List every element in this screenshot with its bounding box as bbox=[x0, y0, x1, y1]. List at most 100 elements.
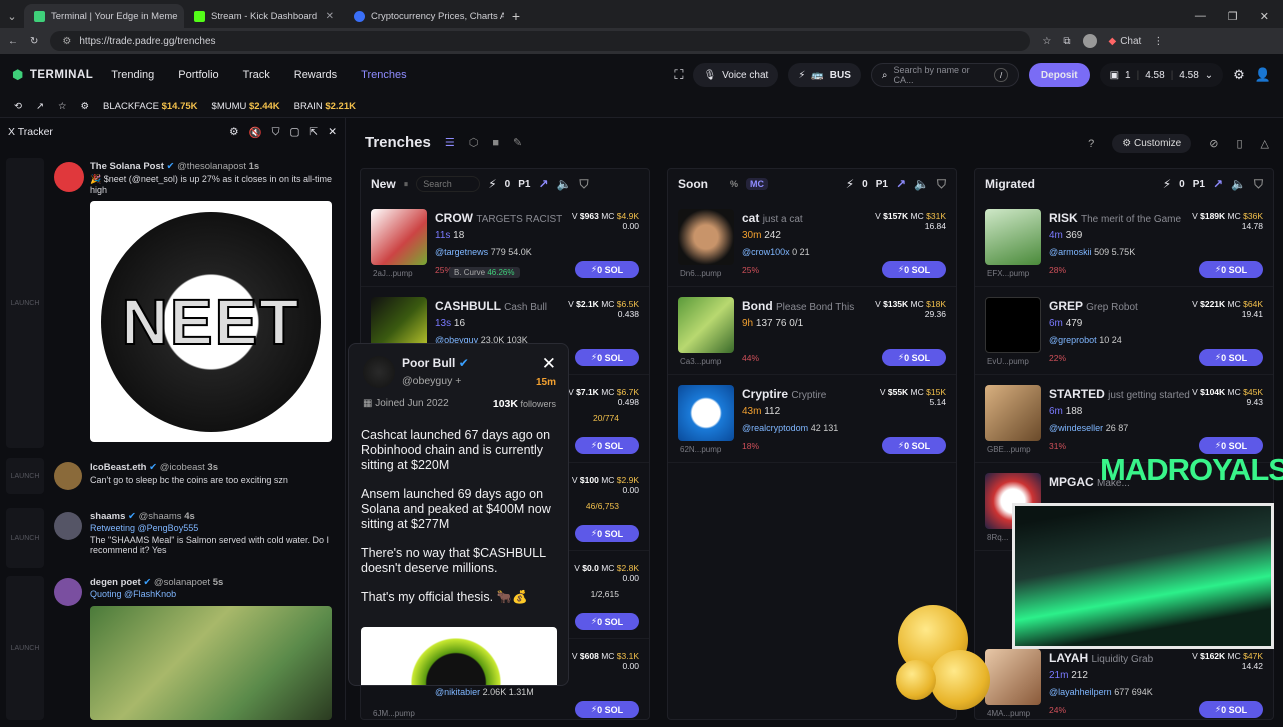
frog-meme-image[interactable] bbox=[90, 606, 332, 720]
avatar[interactable] bbox=[54, 162, 84, 192]
chart-icon[interactable]: ↗ bbox=[538, 177, 548, 191]
maximize-icon[interactable]: ❐ bbox=[1228, 10, 1238, 23]
avatar[interactable] bbox=[54, 512, 82, 540]
popup-handle[interactable]: @obeyguy bbox=[402, 375, 452, 387]
token-card-grep[interactable]: GREP Grep Robot 6m 479 @greprobot 10 24 … bbox=[975, 287, 1273, 375]
ticker-mumu[interactable]: $MUMU $2.44K bbox=[212, 101, 280, 112]
avatar[interactable] bbox=[54, 462, 82, 490]
follow-plus-icon[interactable]: + bbox=[455, 375, 461, 387]
pause-icon[interactable]: ⏸ bbox=[404, 179, 409, 190]
close-tab-icon[interactable]: ✕ bbox=[326, 11, 334, 22]
chart-icon[interactable]: ↗ bbox=[36, 101, 44, 112]
ticker-blackface[interactable]: BLACKFACE $14.75K bbox=[103, 101, 198, 112]
nav-trenches[interactable]: Trenches bbox=[361, 69, 406, 81]
token-card-cryptire[interactable]: Cryptire Cryptire 43m 112 @realcryptodom… bbox=[668, 375, 956, 463]
history-icon[interactable]: ⟲ bbox=[14, 101, 22, 112]
token-x-handle[interactable]: @targetnews bbox=[435, 247, 488, 257]
x-logo-icon[interactable]: ✕ bbox=[542, 354, 556, 374]
browser-menu-icon[interactable]: ⋮ bbox=[1153, 36, 1163, 47]
new-tab-icon[interactable]: + bbox=[504, 4, 528, 28]
preset-selector[interactable]: P1 bbox=[1193, 179, 1205, 190]
mute-icon[interactable]: 🔈 bbox=[914, 177, 929, 191]
scan-icon[interactable]: ⛶ bbox=[674, 67, 683, 83]
filter-icon[interactable]: ⛉ bbox=[272, 126, 280, 139]
avatar[interactable] bbox=[54, 578, 82, 606]
minimize-icon[interactable]: — bbox=[1195, 10, 1206, 22]
filter-icon[interactable]: ⛉ bbox=[937, 177, 946, 192]
token-x-handle[interactable]: @realcryptodom bbox=[742, 423, 808, 433]
site-info-icon[interactable]: ⚙ bbox=[62, 36, 71, 47]
contract-address[interactable]: EFX...pump bbox=[987, 269, 1029, 278]
help-icon[interactable]: ? bbox=[1088, 138, 1094, 150]
preset-selector[interactable]: P1 bbox=[518, 179, 530, 190]
contract-address[interactable]: 8Rq... bbox=[987, 533, 1008, 542]
quick-buy-amount[interactable]: 0 bbox=[862, 179, 868, 190]
popup-media-image[interactable] bbox=[361, 627, 557, 686]
tweet-image[interactable]: NEET bbox=[90, 201, 332, 442]
pen-icon[interactable]: ✎ bbox=[513, 136, 522, 149]
contract-address[interactable]: Dn6...pump bbox=[680, 269, 721, 278]
mc-toggle[interactable]: MC bbox=[746, 178, 768, 190]
token-x-handle[interactable]: @nikitabier bbox=[435, 687, 480, 697]
token-x-handle[interactable]: @layahheilpern bbox=[1049, 687, 1112, 697]
watchlist-star-icon[interactable]: ☆ bbox=[58, 101, 67, 112]
bookmark-icon[interactable]: ▯ bbox=[1236, 137, 1242, 150]
quick-buy-button[interactable]: ⚡ 0 SOL bbox=[575, 437, 639, 454]
quick-buy-button[interactable]: ⚡ 0 SOL bbox=[882, 349, 946, 366]
contract-address[interactable]: 2aJ...pump bbox=[373, 269, 413, 278]
browser-tab-kick[interactable]: Stream - Kick Dashboard ✕ bbox=[184, 4, 344, 28]
square-icon[interactable]: ■ bbox=[492, 137, 499, 149]
chart-icon[interactable]: ↗ bbox=[896, 177, 906, 191]
token-x-handle[interactable]: @greprobot bbox=[1049, 335, 1097, 345]
popout-icon[interactable]: ⇱ bbox=[309, 126, 318, 138]
quick-buy-button[interactable]: ⚡ 0 SOL bbox=[882, 261, 946, 278]
token-x-handle[interactable]: @crow100x bbox=[742, 247, 790, 257]
preset-selector[interactable]: P1 bbox=[876, 179, 888, 190]
quick-buy-button[interactable]: ⚡ 0 SOL bbox=[1199, 349, 1263, 366]
filter-icon[interactable]: ⛉ bbox=[1254, 177, 1263, 192]
quick-buy-button[interactable]: ⚡ 0 SOL bbox=[1199, 261, 1263, 278]
profile-avatar[interactable] bbox=[1083, 34, 1097, 48]
mute-icon[interactable]: 🔈 bbox=[1231, 177, 1246, 191]
tab-list-icon[interactable]: ⌄ bbox=[0, 4, 24, 28]
launch-lock[interactable]: LAUNCH bbox=[6, 576, 44, 720]
voice-chat-button[interactable]: 🎙Voice chat bbox=[693, 63, 778, 87]
quick-buy-button[interactable]: ⚡ 0 SOL bbox=[1199, 701, 1263, 718]
chart-icon[interactable]: ↗ bbox=[1213, 177, 1223, 191]
quick-buy-amount[interactable]: 0 bbox=[1179, 179, 1185, 190]
quick-buy-button[interactable]: ⚡ 0 SOL bbox=[575, 613, 639, 630]
nav-rewards[interactable]: Rewards bbox=[294, 69, 337, 81]
search-bar[interactable]: ⌕ Search by name or CA... / bbox=[871, 63, 1019, 87]
quick-buy-button[interactable]: ⚡ 0 SOL bbox=[575, 349, 639, 366]
url-field[interactable]: ⚙ https://trade.padre.gg/trenches bbox=[50, 31, 1030, 51]
settings-gear-icon[interactable]: ⚙ bbox=[1233, 67, 1245, 83]
contract-address[interactable]: 62N...pump bbox=[680, 445, 721, 454]
token-x-handle[interactable]: @windeseller bbox=[1049, 423, 1103, 433]
nav-portfolio[interactable]: Portfolio bbox=[178, 69, 218, 81]
window-icon[interactable]: ▢ bbox=[289, 126, 299, 138]
tweet-icobeast[interactable]: IcoBeast.eth ✔ @icobeast 3s Can't go to … bbox=[90, 462, 336, 485]
contract-address[interactable]: EvU...pump bbox=[987, 357, 1029, 366]
deposit-button[interactable]: Deposit bbox=[1029, 63, 1090, 87]
mute-icon[interactable]: 🔈 bbox=[557, 177, 572, 191]
search-input[interactable]: Search by name or CA... bbox=[894, 65, 989, 85]
customize-button[interactable]: ⚙ Customize bbox=[1112, 134, 1191, 153]
quick-buy-button[interactable]: ⚡ 0 SOL bbox=[882, 437, 946, 454]
token-x-handle[interactable]: @armoskii bbox=[1049, 247, 1092, 257]
token-card-bond[interactable]: Bond Please Bond This 9h 137 76 0/1 V $1… bbox=[668, 287, 956, 375]
column-search-input[interactable]: Search bbox=[416, 176, 480, 192]
contract-address[interactable]: GBE...pump bbox=[987, 445, 1031, 454]
wallet-balance[interactable]: ▣ 1 | 4.58 | 4.58 ⌄ bbox=[1100, 63, 1224, 87]
quick-buy-button[interactable]: ⚡ 0 SOL bbox=[575, 525, 639, 542]
reload-icon[interactable]: ↻ bbox=[30, 36, 38, 47]
contract-address[interactable]: 4MA...pump bbox=[987, 709, 1030, 718]
back-icon[interactable]: ← bbox=[8, 36, 18, 47]
percent-toggle[interactable]: % bbox=[730, 179, 738, 189]
tweet-shaams[interactable]: shaams ✔ @shaams 4s Retweeting @PengBoy5… bbox=[90, 511, 336, 555]
nav-trending[interactable]: Trending bbox=[111, 69, 154, 81]
token-card-risk[interactable]: RISK The merit of the Game 4m 369 @armos… bbox=[975, 199, 1273, 287]
quick-buy-button[interactable]: ⚡ 0 SOL bbox=[575, 701, 639, 718]
cube-icon[interactable]: ⬡ bbox=[469, 136, 479, 149]
browser-tab-crypto[interactable]: Cryptocurrency Prices, Charts And ✕ bbox=[344, 4, 504, 28]
bookmark-star-icon[interactable]: ☆ bbox=[1042, 36, 1051, 47]
